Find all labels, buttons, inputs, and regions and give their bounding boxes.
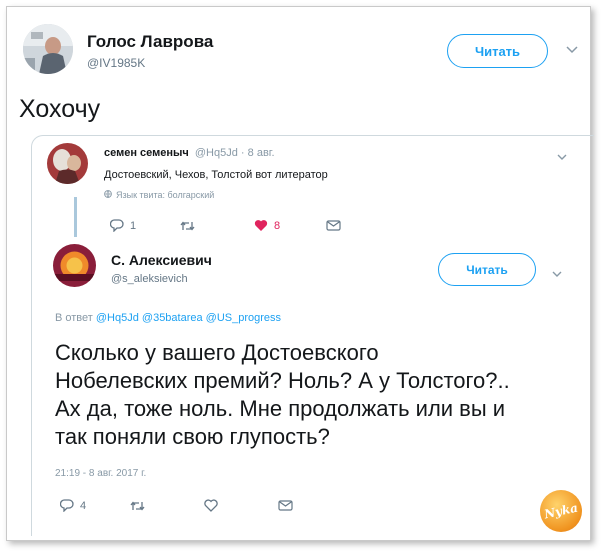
reply-icon xyxy=(110,219,124,232)
language-note-text: Язык твита: болгарский xyxy=(116,190,215,200)
main-author-handle[interactable]: @s_aleksievich xyxy=(111,273,188,285)
language-note: Язык твита: болгарский xyxy=(104,190,214,200)
follow-button-main[interactable]: Читать xyxy=(438,253,536,286)
in-reply-handles[interactable]: @Hq5Jd @35batarea @US_progress xyxy=(96,312,281,324)
separator-dot: · xyxy=(240,147,245,159)
tweet-line: Нобелевских премий? Ноль? А у Толстого?.… xyxy=(55,368,510,393)
tweet-line: так поняли свою глупость? xyxy=(55,424,330,449)
message-action[interactable] xyxy=(278,500,293,511)
in-reply-to: В ответ @Hq5Jd @35batarea @US_progress xyxy=(55,312,281,324)
retweet-action[interactable] xyxy=(130,500,145,512)
envelope-icon xyxy=(326,220,341,231)
retweet-action[interactable] xyxy=(180,220,195,232)
message-action[interactable] xyxy=(326,220,341,231)
chevron-down-icon[interactable] xyxy=(557,150,567,164)
like-count: 8 xyxy=(274,219,281,232)
outer-tweet-text: Хохочу xyxy=(19,95,101,123)
avatar-reply[interactable] xyxy=(47,143,88,184)
chevron-down-icon[interactable] xyxy=(566,43,578,57)
avatar-main[interactable] xyxy=(53,244,96,287)
tweet-line: Ах да, тоже ноль. Мне продолжать или вы … xyxy=(55,396,506,421)
avatar-outer[interactable] xyxy=(23,24,73,74)
reply-icon xyxy=(60,499,74,512)
heart-filled-icon xyxy=(254,219,268,232)
reply-date[interactable]: 8 авг. xyxy=(248,147,275,159)
watermark-logo: Nyka xyxy=(540,490,582,532)
watermark-text: Nyka xyxy=(542,500,580,522)
retweet-icon xyxy=(130,500,145,512)
reply-header: семен семеныч @Hq5Jd · 8 авг. xyxy=(104,147,275,159)
retweet-icon xyxy=(180,220,195,232)
outer-author-name[interactable]: Голос Лаврова xyxy=(87,32,213,52)
quoted-thread: семен семеныч @Hq5Jd · 8 авг. Достоевски… xyxy=(31,135,594,536)
like-action[interactable]: 8 xyxy=(254,219,280,232)
like-action[interactable] xyxy=(204,499,218,512)
tweet-timestamp[interactable]: 21:19 - 8 авг. 2017 г. xyxy=(55,468,146,479)
main-tweet-text: Сколько у вашего Достоевского Нобелевски… xyxy=(55,339,510,451)
reply-action[interactable]: 4 xyxy=(60,499,86,512)
reply-action[interactable]: 1 xyxy=(110,219,136,232)
follow-button-outer[interactable]: Читать xyxy=(447,34,548,68)
reply-count: 1 xyxy=(130,219,137,232)
reply-count: 4 xyxy=(80,499,87,512)
envelope-icon xyxy=(278,500,293,511)
heart-icon xyxy=(204,499,218,512)
in-reply-prefix: В ответ xyxy=(55,312,93,324)
thread-connector xyxy=(74,197,77,237)
globe-icon xyxy=(104,190,112,200)
tweet-line: Сколько у вашего Достоевского xyxy=(55,340,379,365)
chevron-down-icon[interactable] xyxy=(552,267,562,281)
tweet-card: Голос Лаврова @IV1985K Читать Хохочу сем… xyxy=(6,6,594,541)
reply-author-handle[interactable]: @Hq5Jd xyxy=(195,147,238,159)
main-author-name[interactable]: С. Алексиевич xyxy=(111,252,212,268)
reply-author-name[interactable]: семен семеныч xyxy=(104,147,189,159)
reply-text: Достоевский, Чехов, Толстой вот литерато… xyxy=(104,169,328,181)
outer-author-handle[interactable]: @IV1985K xyxy=(87,56,145,70)
